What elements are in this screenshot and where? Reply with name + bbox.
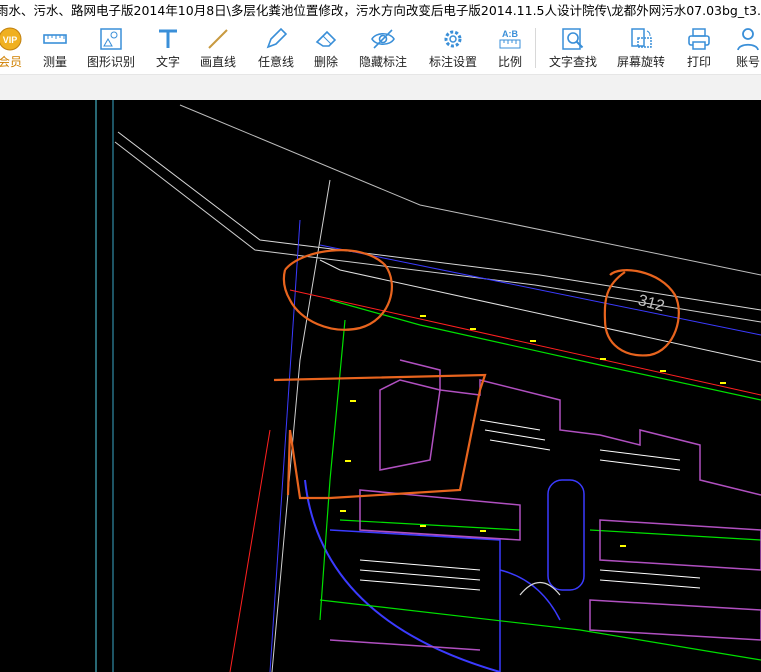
- toolbar-label: 标注设置: [428, 55, 477, 69]
- toolbar-label: 屏幕旋转: [616, 55, 665, 69]
- cad-drawing: 312: [95, 100, 761, 672]
- svg-text:A:B: A:B: [502, 29, 518, 39]
- toolbar-shape-recognition-button[interactable]: 图形识别: [84, 22, 138, 74]
- window-title: 雨水、污水、路网电子版2014年10月8日\多层化粪池位置修改，污水方向改变后电…: [0, 3, 761, 18]
- parking-hatch: [359, 419, 701, 591]
- toolbar: VIP 会员 测量 图形识别 文字 画直线 任意线 删除 隐藏标注 标注设置 A…: [0, 22, 761, 75]
- boundary-shape: [547, 479, 585, 591]
- eye-icon: [370, 26, 396, 52]
- toolbar-hide-annotations-button[interactable]: 隐藏标注: [356, 22, 410, 74]
- user-icon: [735, 26, 761, 52]
- toolbar-label: 比例: [497, 55, 522, 69]
- toolbar-label: 画直线: [199, 55, 236, 69]
- toolbar-delete-button[interactable]: 删除: [311, 22, 341, 74]
- eraser-icon: [313, 26, 339, 52]
- pipe-line: [589, 529, 761, 541]
- vip-badge-icon: VIP: [0, 26, 23, 52]
- toolbar-rotate-screen-button[interactable]: 屏幕旋转: [614, 22, 668, 74]
- scale-icon: A:B: [497, 26, 523, 52]
- markup-number-312: 312: [636, 292, 666, 315]
- toolbar-account-button[interactable]: 账号: [733, 22, 761, 74]
- window-title-bar: 雨水、污水、路网电子版2014年10月8日\多层化粪池位置修改，污水方向改变后电…: [0, 0, 761, 22]
- toolbar-scale-button[interactable]: A:B 比例: [495, 22, 525, 74]
- roundabout: [519, 581, 561, 596]
- drawing-canvas[interactable]: 312: [0, 100, 761, 672]
- pipe-line: [289, 289, 761, 396]
- pipe-line: [229, 429, 271, 672]
- ruler-icon: [42, 26, 68, 52]
- building-outline: [379, 379, 441, 471]
- toolbar-label: 会员: [0, 55, 22, 69]
- printer-icon: [686, 26, 712, 52]
- building-outline: [589, 599, 761, 641]
- toolbar-text-search-button[interactable]: 文字查找: [546, 22, 600, 74]
- svg-text:VIP: VIP: [3, 35, 18, 45]
- toolbar-label: 测量: [42, 55, 67, 69]
- shape-recognition-icon: [98, 26, 124, 52]
- line-icon: [205, 26, 231, 52]
- toolbar-freehand-button[interactable]: 任意线: [256, 22, 296, 74]
- gear-icon: [440, 26, 466, 52]
- toolbar-label: 隐藏标注: [358, 55, 407, 69]
- toolbar-draw-line-button[interactable]: 画直线: [198, 22, 238, 74]
- secondary-toolbar: [0, 75, 761, 100]
- building-outline: [399, 359, 761, 496]
- toolbar-label: 图形识别: [86, 55, 135, 69]
- toolbar-label: 删除: [313, 55, 338, 69]
- boundary-line: [329, 529, 501, 672]
- toolbar-vip-button[interactable]: VIP 会员: [0, 22, 28, 74]
- rotate-screen-icon: [628, 26, 654, 52]
- toolbar-print-button[interactable]: 打印: [684, 22, 714, 74]
- toolbar-label: 账号: [735, 55, 760, 69]
- toolbar-measure-button[interactable]: 测量: [38, 22, 72, 74]
- toolbar-divider: [535, 28, 536, 68]
- toolbar-label: 文字查找: [548, 55, 597, 69]
- pen-icon: [263, 26, 289, 52]
- pipe-line: [319, 599, 761, 661]
- toolbar-label: 任意线: [257, 55, 294, 69]
- toolbar-text-button[interactable]: 文字: [153, 22, 183, 74]
- toolbar-label: 文字: [155, 55, 180, 69]
- text-icon: [155, 26, 181, 52]
- building-outline: [329, 639, 481, 651]
- text-search-icon: [560, 26, 586, 52]
- boundary-line: [499, 569, 561, 621]
- boundary-line: [304, 479, 501, 672]
- toolbar-annotation-settings-button[interactable]: 标注设置: [426, 22, 480, 74]
- markup-circle: [282, 249, 393, 331]
- boundary-line: [319, 244, 761, 336]
- pipe-line: [339, 519, 521, 531]
- markup-circle: [603, 269, 680, 357]
- toolbar-label: 打印: [686, 55, 711, 69]
- road-edge: [179, 104, 761, 276]
